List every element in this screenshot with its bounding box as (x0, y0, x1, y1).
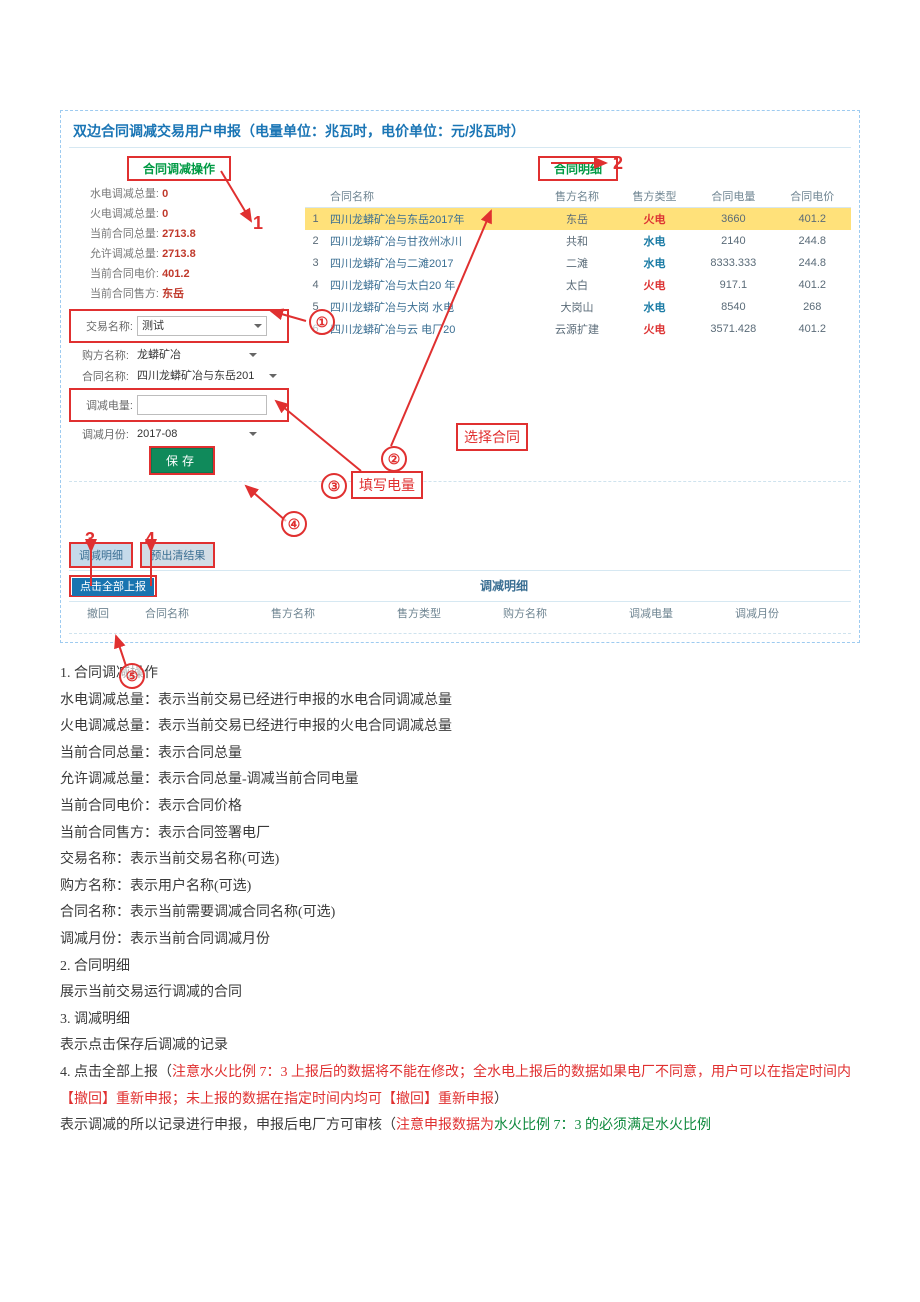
trade-name-label: 交易名称: (73, 318, 137, 334)
month-label: 调减月份: (69, 426, 133, 442)
buyer-select[interactable]: 龙蟒矿冶 (133, 346, 261, 364)
save-button[interactable]: 保存 (151, 448, 213, 473)
reduce-detail-title: 调减明细 (157, 575, 851, 597)
table-row[interactable]: 4四川龙蟒矿冶与太白20 年太白火电917.1401.2 (305, 274, 851, 296)
curtotal-val: 2713.8 (162, 228, 196, 240)
tab-reduce-detail[interactable]: 调减明细 (69, 542, 133, 568)
reduce-label: 调减电量: (73, 397, 137, 413)
thermal-val: 0 (162, 208, 168, 220)
table-row[interactable]: 3四川龙蟒矿冶与二滩2017二滩水电8333.333244.8 (305, 252, 851, 274)
allow-label: 允许调减总量: (75, 245, 159, 261)
th-idx (305, 185, 326, 208)
contract-table: 合同名称 售方名称 售方类型 合同电量 合同电价 1四川龙蟒矿冶与东岳2017年… (305, 185, 851, 340)
curtotal-label: 当前合同总量: (75, 225, 159, 241)
table-row[interactable]: 6四川龙蟒矿冶与云 电厂20云源扩建火电3571.428401.2 (305, 318, 851, 340)
table-row[interactable]: 1四川龙蟒矿冶与东岳2017年东岳火电3660401.2 (305, 208, 851, 231)
curprice-val: 401.2 (162, 268, 190, 280)
anno-c4: ④ (281, 511, 307, 537)
buyer-label: 购方名称: (69, 347, 133, 363)
explanation-text: 1. 合同调减操作 水电调减总量：表示当前交易已经进行申报的水电合同调减总量 火… (60, 661, 860, 1140)
trade-name-select[interactable]: 测试 (137, 316, 267, 336)
report-all-button[interactable]: 点击全部上报 (72, 578, 154, 596)
contract-label: 合同名称: (69, 368, 133, 384)
thermal-label: 火电调减总量: (75, 205, 159, 221)
hydro-val: 0 (162, 188, 168, 200)
curprice-label: 当前合同电价: (75, 265, 159, 281)
curseller-label: 当前合同售方: (75, 285, 159, 301)
ops-header: 合同调减操作 (127, 156, 231, 181)
th-name: 合同名称 (326, 185, 538, 208)
th-price: 合同电价 (773, 185, 851, 208)
tab-pre-clear[interactable]: 预出清结果 (140, 542, 215, 568)
reduce-input[interactable] (137, 395, 267, 415)
curseller-val: 东岳 (162, 288, 184, 300)
hydro-label: 水电调减总量: (75, 185, 159, 201)
detail-header: 合同明细 (538, 156, 618, 181)
table-row[interactable]: 2四川龙蟒矿冶与甘孜州冰川共和水电2140244.8 (305, 230, 851, 252)
th-seller: 售方名称 (538, 185, 615, 208)
month-select[interactable]: 2017-08 (133, 425, 261, 443)
reduce-detail-columns: 撤回 合同名称 售方名称 售方类型 购方名称 调减电量 调减月份 (69, 602, 851, 634)
th-qty: 合同电量 (693, 185, 773, 208)
allow-val: 2713.8 (162, 248, 196, 260)
table-row[interactable]: 5四川龙蟒矿冶与大岗 水电大岗山水电8540268 (305, 296, 851, 318)
app-title: 双边合同调减交易用户申报（电量单位：兆瓦时，电价单位：元/兆瓦时） (69, 119, 851, 147)
app-window: 双边合同调减交易用户申报（电量单位：兆瓦时，电价单位：元/兆瓦时） 合同调减操作… (60, 110, 860, 643)
th-type: 售方类型 (616, 185, 693, 208)
contract-select[interactable]: 四川龙蟒矿冶与东岳201 (133, 367, 281, 385)
